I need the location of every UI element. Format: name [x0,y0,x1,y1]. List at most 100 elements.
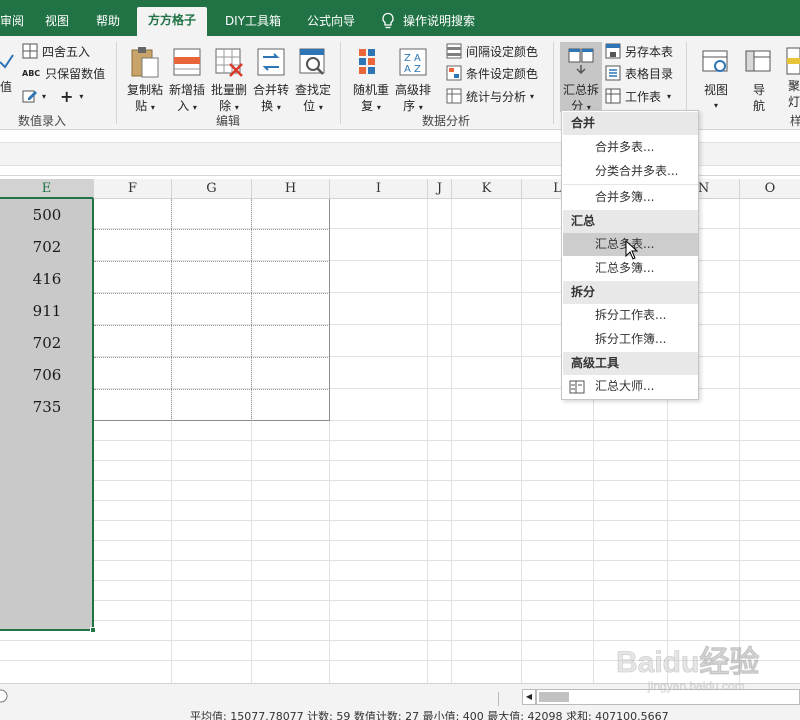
col-header-k[interactable]: K [452,179,522,199]
col-header-i[interactable]: I [330,179,428,199]
menu-item-split-worksheet[interactable]: 拆分工作表... [563,304,698,327]
gridline [0,580,800,581]
cell-e-value[interactable]: 416 [0,263,94,295]
fill-handle[interactable] [90,627,96,633]
baidu-jingyan-watermark: Baidu经验 jingyan.baidu.com [616,645,760,693]
tell-me-search[interactable]: 操作说明搜索 [403,8,487,36]
ribbon-separator [553,42,554,124]
add-sheet-icon[interactable] [0,689,8,703]
grid-icon [22,43,38,59]
gridline [0,500,800,501]
navigation-icon [745,50,771,72]
summary-master-icon [569,380,585,394]
gridline [0,560,800,561]
mouse-cursor-icon [625,240,639,260]
cell-e-value[interactable]: 702 [0,231,94,263]
menu-item-summary-master[interactable]: 汇总大师... [563,375,698,398]
merge-convert-icon [257,48,285,76]
gridline [427,199,428,683]
scroll-left-button[interactable]: ◀ [522,689,536,705]
tab-view[interactable]: 视图 [36,8,78,36]
sort-az-icon: Z A A Z [399,48,427,76]
dotted-border [94,389,330,390]
ribbon-tab-bar: 审阅 视图 帮助 方方格子 DIY工具箱 公式向导 操作说明搜索 [0,0,800,36]
dotted-border [94,229,330,230]
spotlight-button-partial[interactable]: 聚 灯 [788,78,800,110]
striped-rows-icon [446,43,462,59]
magnifier-icon [299,48,325,75]
interval-color-label: 间隔设定颜色 [466,44,539,59]
nav-button[interactable]: 导 航 [738,42,780,113]
col-header-h[interactable]: H [252,179,330,199]
conditional-color-label: 条件设定颜色 [466,66,539,81]
col-header-f[interactable]: F [94,179,172,199]
cell-e-value[interactable]: 706 [0,359,94,391]
menu-item-merge-sheets[interactable]: 合并多表... [563,136,698,159]
cell-e-value[interactable]: 702 [0,327,94,359]
lightbulb-icon [382,12,394,29]
scroll-splitter[interactable] [498,692,499,706]
view-button[interactable]: 视图 ▾ [695,42,737,112]
round-label: 四舍五入 [42,44,91,59]
partial-button-label[interactable]: 值 [0,78,12,95]
copy-paste-button[interactable]: 复制粘 贴 ▾ [124,42,166,113]
gridline [0,520,800,521]
summary-master-label: 汇总大师... [595,379,655,393]
summary-split-button[interactable]: 汇总拆 分 ▾ [560,42,602,113]
conditional-color-button[interactable]: 条件设定颜色 [446,63,538,83]
sheet-toc-button[interactable]: 表格目录 [605,63,673,83]
stats-analysis-label: 统计与分析 [466,89,527,104]
status-summary-text: 平均值: 15077.78077 计数: 59 数值计数: 27 最小值: 40… [190,711,669,720]
worksheet-icon [605,88,621,104]
tab-review[interactable]: 审阅 [0,8,24,36]
col-header-g[interactable]: G [172,179,252,199]
random-repeat-button[interactable]: 随机重 复 ▾ [350,42,392,113]
gridline [739,199,740,683]
scrollbar-thumb[interactable] [539,692,569,702]
cell-e-value[interactable]: 500 [0,199,94,231]
menu-item-merge-workbooks[interactable]: 合并多簿... [563,186,698,209]
menu-item-split-workbook[interactable]: 拆分工作簿... [563,328,698,351]
col-header-j[interactable]: J [428,179,452,199]
ribbon-separator [340,42,341,124]
gridline [0,480,800,481]
gridline [0,540,800,541]
find-locate-button[interactable]: 查找定 位 ▾ [292,42,334,113]
menu-separator [563,184,698,185]
plus-dropdown-button[interactable]: + ▾ [60,86,83,106]
tab-formula-wizard[interactable]: 公式向导 [298,8,364,36]
cell-e-value[interactable]: 735 [0,391,94,423]
col-header-o[interactable]: O [740,179,800,199]
save-sheet-as-button[interactable]: 另存本表 [605,41,673,61]
advanced-sort-button[interactable]: Z A A Z 高级排 序 ▾ [392,42,434,113]
menu-item-summarize-workbooks[interactable]: 汇总多簿... [563,257,698,280]
keep-values-button[interactable]: ABC 只保留数值 [22,63,105,83]
stats-analysis-button[interactable]: 统计与分析 ▾ [446,86,534,106]
abc-icon: ABC [22,68,41,78]
interval-color-button[interactable]: 间隔设定颜色 [446,41,538,61]
worksheet-button[interactable]: 工作表 ▾ [605,86,671,106]
cell-e-value[interactable]: 911 [0,295,94,327]
tab-diy-toolbox[interactable]: DIY工具箱 [214,8,292,36]
clipboard-icon [131,47,159,78]
new-insert-button[interactable]: 新增插 入 ▾ [166,42,208,113]
selected-column-e[interactable]: 500 702 416 911 702 706 735 [0,199,94,631]
insert-row-icon [173,48,201,76]
round-button[interactable]: 四舍五入 [22,41,90,61]
gridline [0,600,800,601]
check-icon [0,54,14,69]
delete-grid-icon [215,48,243,77]
bordered-range-f-h[interactable] [94,199,330,421]
menu-section-split: 拆分 [563,281,698,304]
tab-help[interactable]: 帮助 [86,8,130,36]
find-locate-label: 查找定 位 ▾ [294,83,331,113]
pencil-icon [22,90,37,103]
col-header-e[interactable]: E [0,179,94,199]
tab-fangfang-gezi[interactable]: 方方格子 [137,7,207,36]
merge-convert-button[interactable]: 合并转 换 ▾ [250,42,292,113]
menu-item-category-merge-sheets[interactable]: 分类合并多表... [563,160,698,183]
table-toc-icon [605,65,621,81]
edit-dropdown-button[interactable]: ▾ [22,86,46,106]
save-sheet-as-label: 另存本表 [625,44,674,59]
batch-delete-button[interactable]: 批量删 除 ▾ [208,42,250,113]
